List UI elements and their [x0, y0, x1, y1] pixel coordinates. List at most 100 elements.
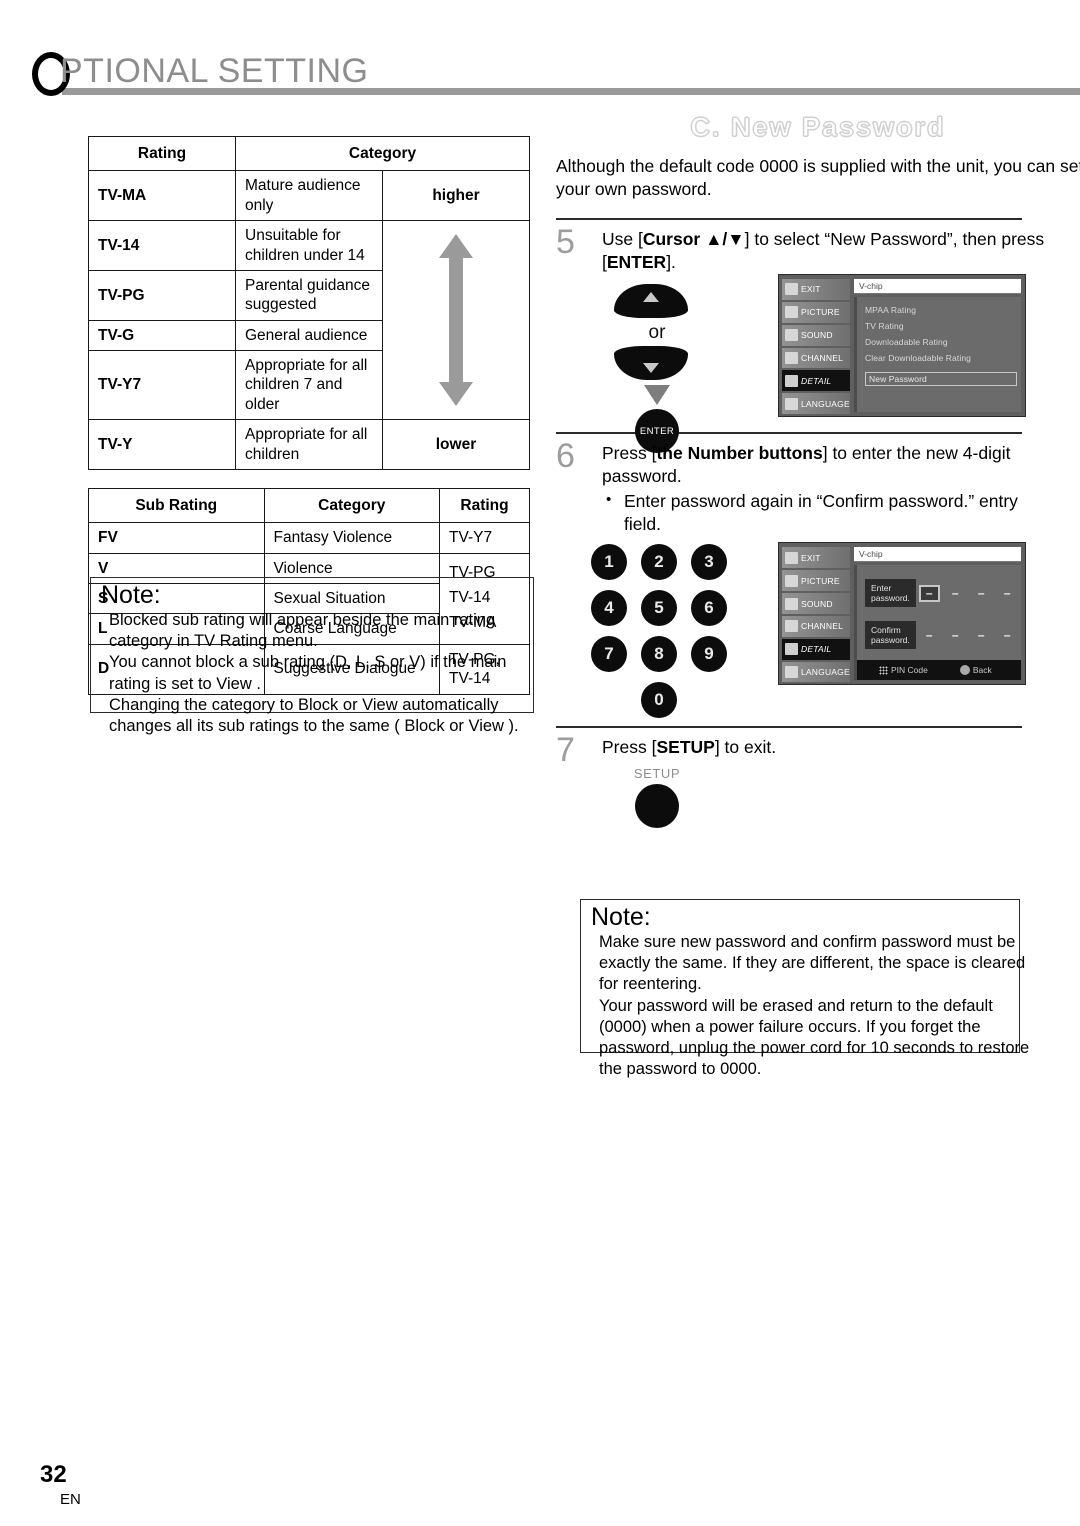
sidebar-item-channel[interactable]: CHANNEL: [782, 615, 850, 637]
confirm-digit-4[interactable]: –: [997, 627, 1018, 644]
page-footer: 32 EN: [40, 1461, 81, 1508]
step-text-part: ] to exit.: [714, 737, 777, 758]
osd-list-item[interactable]: Downloadable Rating: [865, 337, 1021, 347]
step-text-part: Use [: [602, 228, 643, 249]
rating-category: Parental guidance suggested: [235, 269, 383, 321]
osd-footer-hints: PIN Code Back: [857, 660, 1021, 681]
rating-table: Rating Category TV-MA Mature audience on…: [88, 135, 530, 470]
cursor-down-button[interactable]: [614, 346, 688, 381]
password-digit-2[interactable]: –: [945, 585, 966, 602]
exit-icon: [785, 551, 798, 564]
sidebar-item-label: LANGUAGE: [801, 666, 850, 677]
detail-icon: [785, 374, 798, 387]
page-number: 32: [40, 1461, 67, 1488]
chevron-down-icon: [643, 363, 659, 374]
note-box-right: Note: Make sure new password and confirm…: [580, 899, 1029, 1078]
enter-password-digits[interactable]: – – – –: [918, 584, 1023, 602]
exit-icon: [785, 283, 798, 296]
osd-list-item[interactable]: TV Rating: [865, 321, 1021, 331]
number-button-0[interactable]: 0: [641, 682, 677, 719]
number-button-4[interactable]: 4: [591, 590, 627, 627]
table-row: TV-MA Mature audience only higher: [88, 170, 530, 222]
sidebar-item-picture[interactable]: PICTURE: [782, 301, 850, 323]
confirm-digit-2[interactable]: –: [945, 627, 966, 644]
confirm-password-label: Confirm password.: [865, 621, 916, 650]
number-button-1[interactable]: 1: [591, 544, 627, 581]
confirm-password-digits[interactable]: – – – –: [919, 627, 1023, 644]
back-button-icon: [959, 665, 970, 676]
cursor-up-button[interactable]: [614, 284, 688, 319]
sidebar-item-exit[interactable]: EXIT: [782, 547, 850, 569]
sidebar-item-label: LANGUAGE: [801, 398, 850, 409]
sidebar-item-exit[interactable]: EXIT: [782, 279, 850, 300]
password-digit-1[interactable]: –: [918, 584, 940, 602]
rating-category: Mature audience only: [235, 170, 383, 222]
sidebar-item-label: PICTURE: [801, 307, 840, 318]
section-intro-text: Although the default code 0000 is suppli…: [556, 156, 1080, 200]
sidebar-item-language[interactable]: LANGUAGE: [782, 661, 850, 683]
table-row: TV-14 Unsuitable for children under 14: [88, 220, 530, 421]
rating-code: TV-Y: [88, 419, 236, 470]
page-title: PTIONAL SETTING: [60, 52, 369, 90]
sidebar-item-detail[interactable]: DETAIL: [782, 370, 850, 392]
number-button-3[interactable]: 3: [691, 544, 727, 581]
sidebar-item-label: DETAIL: [801, 375, 832, 386]
back-hint: Back: [959, 665, 992, 676]
cursor-key-group: or ENTER: [614, 284, 700, 454]
sidebar-item-label: EXIT: [801, 284, 821, 295]
setup-button[interactable]: [635, 783, 679, 828]
sidebar-item-picture[interactable]: PICTURE: [782, 570, 850, 592]
note-box-left: Note: Blocked sub rating will appear bes…: [90, 577, 534, 735]
osd-list-item[interactable]: Clear Downloadable Rating: [865, 353, 1021, 363]
number-button-7[interactable]: 7: [591, 636, 627, 673]
rating-code: TV-G: [88, 319, 236, 352]
note-line: (0000) when a power failure occurs. If y…: [599, 1017, 981, 1036]
confirm-digit-1[interactable]: –: [919, 627, 940, 644]
enter-password-label: Enter password.: [865, 579, 916, 608]
channel-icon: [785, 351, 798, 364]
osd-sidebar: EXIT PICTURE SOUND CHANNEL DETAIL LANGUA…: [782, 547, 850, 683]
osd-list-item[interactable]: MPAA Rating: [865, 305, 1021, 315]
enter-password-row: Enter password. – – – –: [865, 579, 1023, 608]
sidebar-item-channel[interactable]: CHANNEL: [782, 347, 850, 369]
step-7: 7 Press [SETUP] to exit.: [556, 731, 1080, 769]
rating-category: Appropriate for all children: [235, 419, 383, 470]
updown-arrow-icon: [392, 232, 520, 408]
rating-category: Appropriate for all children 7 and older: [235, 349, 383, 421]
step-key-cursor: Cursor ▲/▼: [642, 228, 745, 249]
number-button-2[interactable]: 2: [641, 544, 677, 581]
sidebar-item-language[interactable]: LANGUAGE: [782, 393, 850, 415]
password-digit-3[interactable]: –: [971, 585, 992, 602]
osd-list-item-selected[interactable]: New Password: [865, 372, 1017, 387]
sound-icon: [785, 597, 798, 610]
osd-password-form: Enter password. – – – – Confirm password…: [854, 565, 1023, 681]
picture-icon: [785, 306, 798, 319]
setup-key-label: SETUP: [633, 765, 681, 781]
osd-password-screenshot: EXIT PICTURE SOUND CHANNEL DETAIL LANGUA…: [778, 542, 1026, 686]
sidebar-item-detail[interactable]: DETAIL: [782, 638, 850, 660]
language-icon: [785, 665, 798, 678]
rating-category: Unsuitable for children under 14: [235, 220, 383, 271]
step-text-part: Press [: [602, 737, 657, 758]
note-line: Your password will be erased and return …: [599, 996, 993, 1015]
sidebar-item-sound[interactable]: SOUND: [782, 324, 850, 346]
rating-code: TV-14: [88, 220, 236, 271]
number-button-5[interactable]: 5: [641, 590, 677, 627]
step-text-part: Press [: [602, 443, 657, 464]
sound-icon: [785, 329, 798, 342]
number-button-9[interactable]: 9: [691, 636, 727, 673]
sub-rating-rating: TV-Y7: [439, 522, 530, 554]
sidebar-item-label: DETAIL: [801, 644, 832, 655]
table-header-row: Sub Rating Category Rating: [88, 487, 530, 524]
sub-rating-category: Fantasy Violence: [263, 522, 440, 554]
sidebar-item-sound[interactable]: SOUND: [782, 593, 850, 614]
col-header-category: Category: [263, 487, 440, 524]
detail-icon: [785, 643, 798, 656]
confirm-digit-3[interactable]: –: [971, 627, 992, 644]
section-title: C. New Password: [690, 112, 946, 143]
osd-main-panel: V-chip Enter password. – – – – Confirm p…: [854, 547, 1023, 681]
pin-code-label: PIN Code: [891, 665, 928, 676]
number-button-8[interactable]: 8: [641, 636, 677, 673]
password-digit-4[interactable]: –: [997, 585, 1018, 602]
number-button-6[interactable]: 6: [691, 590, 727, 627]
